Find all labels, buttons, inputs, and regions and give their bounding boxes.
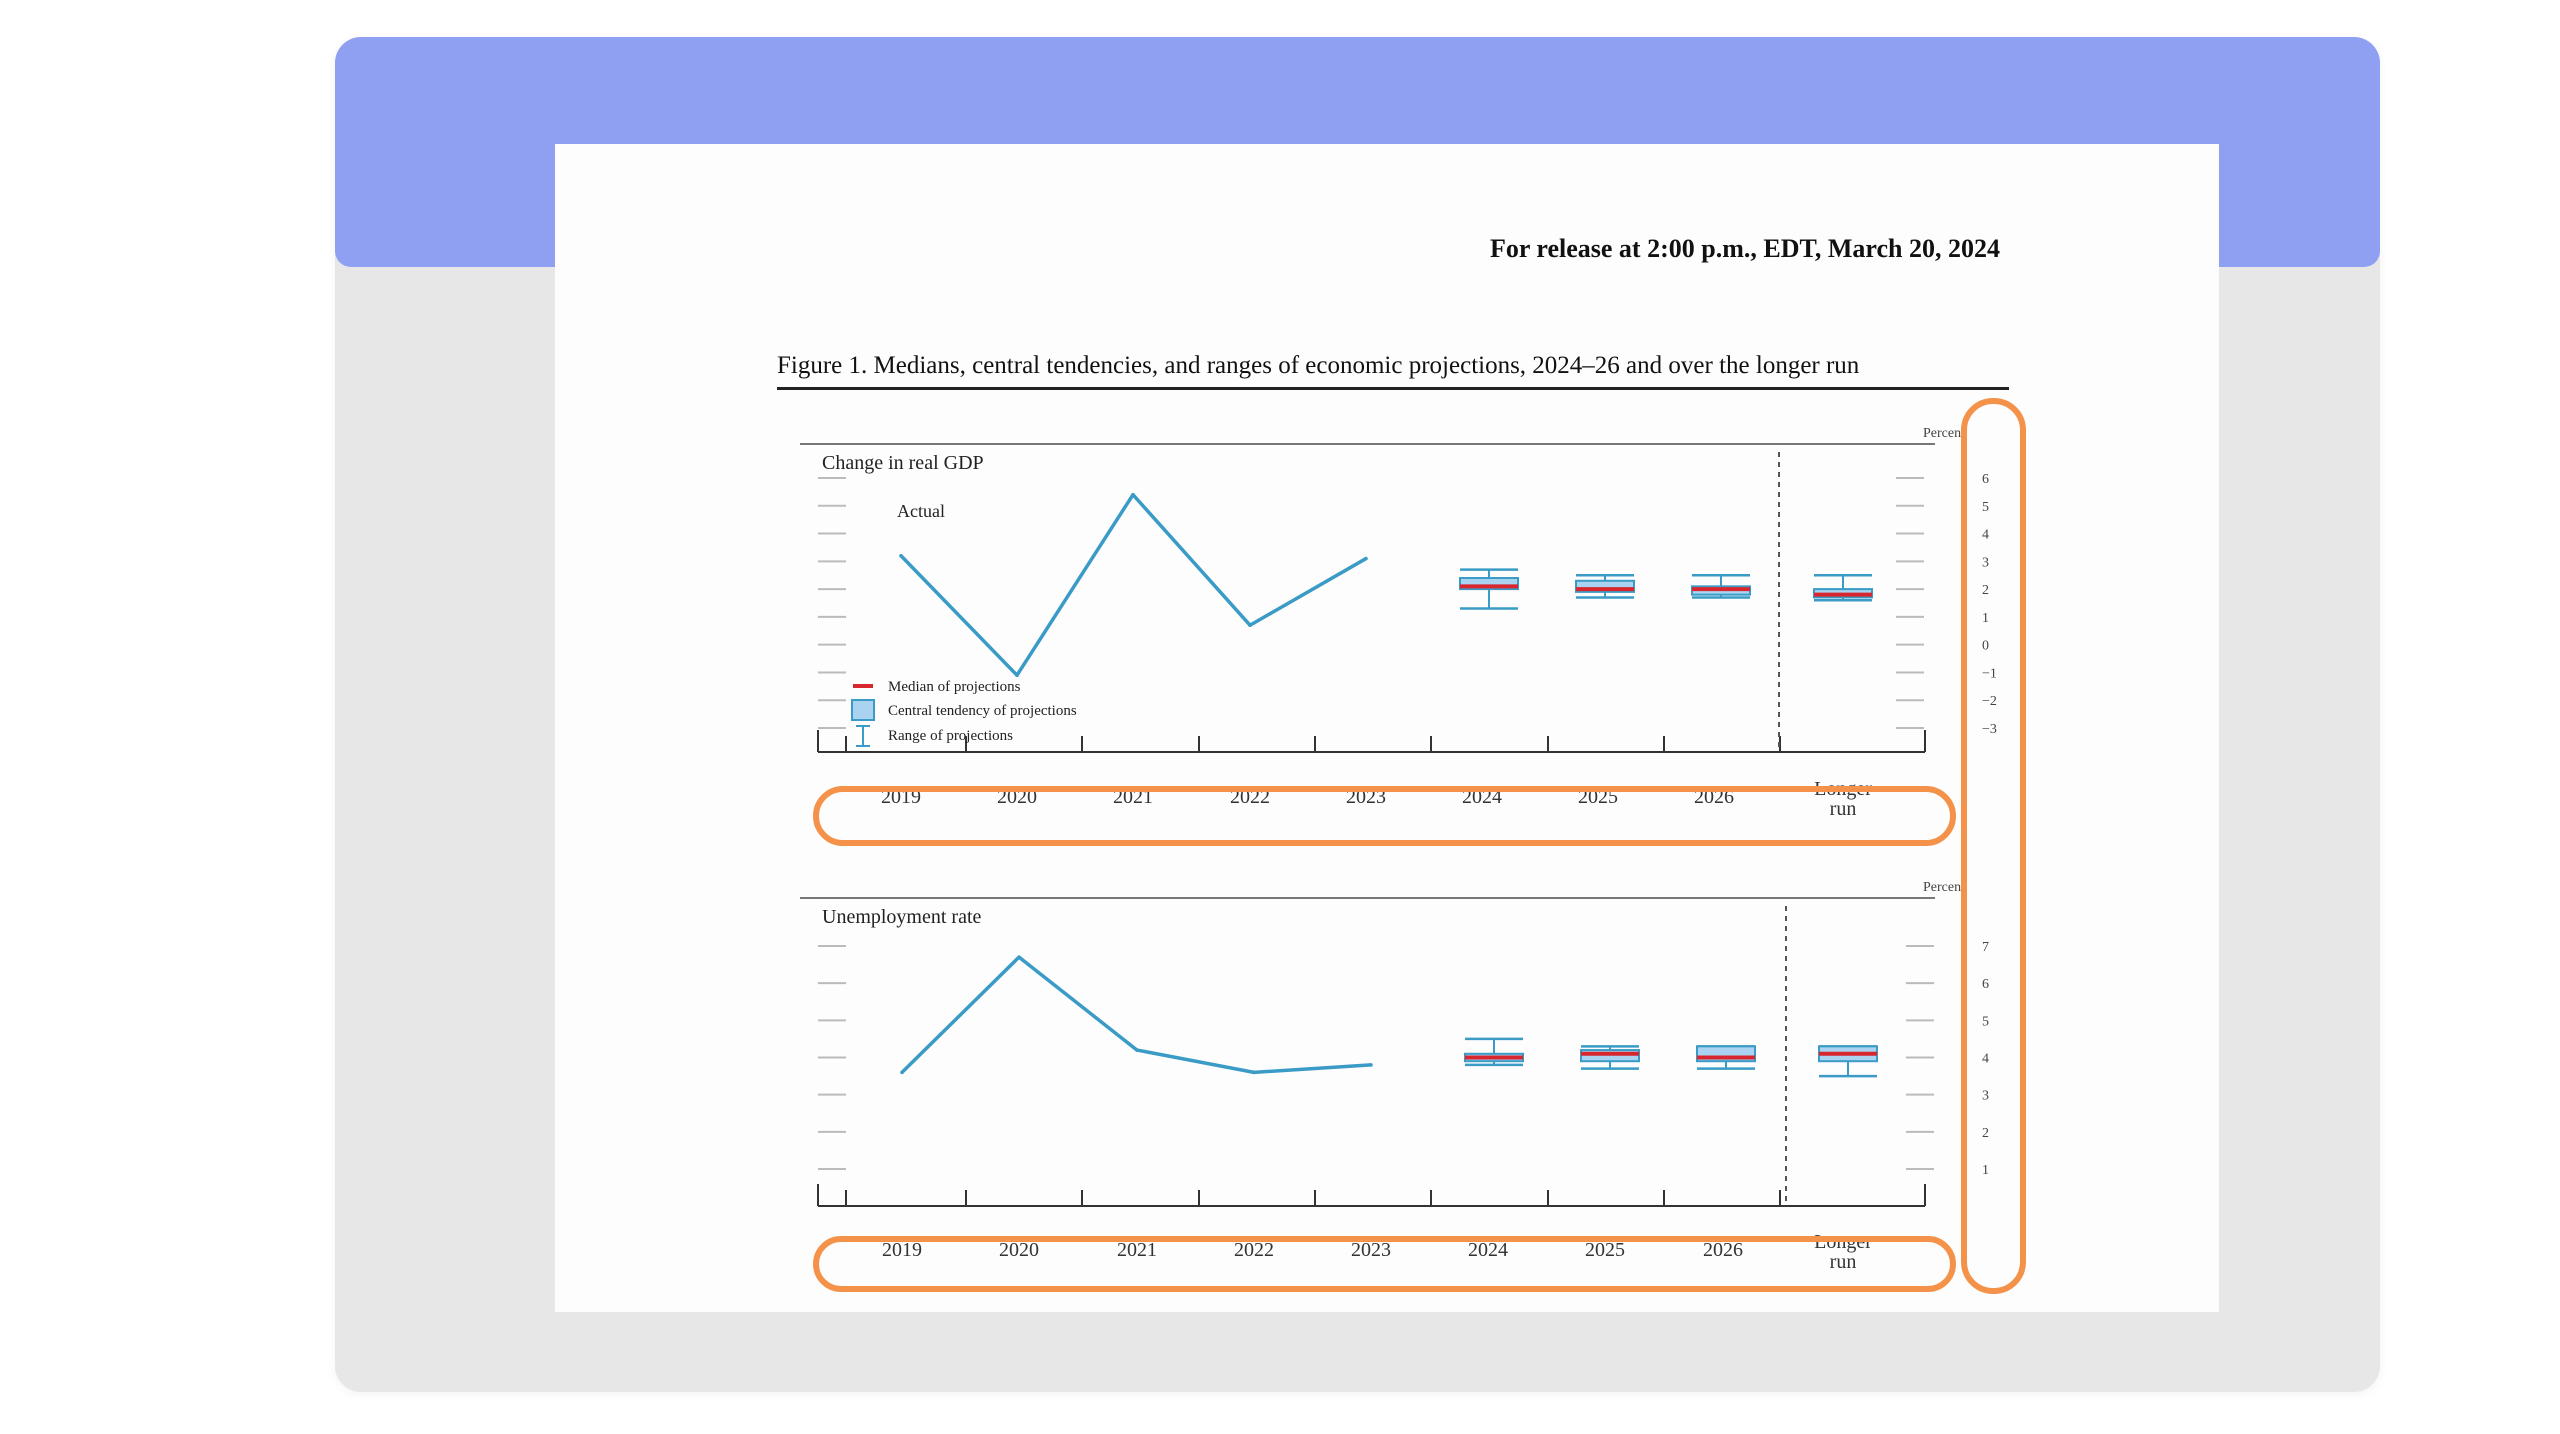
legend-median-label: Median of projections [888,679,1021,695]
unemp-actual-line [900,955,1372,1075]
gdp-actual-point [1015,673,1019,678]
gdp-actual-point [1364,556,1368,561]
unemp-ylabel: Percent [1923,880,1965,895]
gdp-actual-point [1248,623,1252,628]
legend-range-label: Range of projections [888,728,1013,744]
unemp-actual-point [1369,1063,1373,1067]
highlight-yaxis-percent [1961,398,2026,1294]
highlight-xaxis-unemployment [813,1236,1956,1292]
gdp-actual-annotation: Actual [897,501,945,521]
gdp-ylabel: Percent [1923,426,1965,441]
legend-central-label: Central tendency of projections [888,703,1077,719]
unemp-actual-point [1252,1070,1256,1075]
gdp-actual-point [1131,492,1135,497]
gdp-actual-line [899,492,1367,677]
gdp-actual-point [899,553,903,558]
legend-central-swatch [851,699,875,721]
gdp-title: Change in real GDP [822,452,984,474]
unemp-actual-point [900,1070,904,1075]
unemp-actual-point [1017,955,1021,959]
unemp-actual-point [1135,1048,1139,1052]
unemp-title: Unemployment rate [822,906,982,928]
projection-charts: Change in real GDPPercent6543210−1−2−320… [800,426,1997,1273]
highlight-xaxis-gdp [813,786,1956,846]
